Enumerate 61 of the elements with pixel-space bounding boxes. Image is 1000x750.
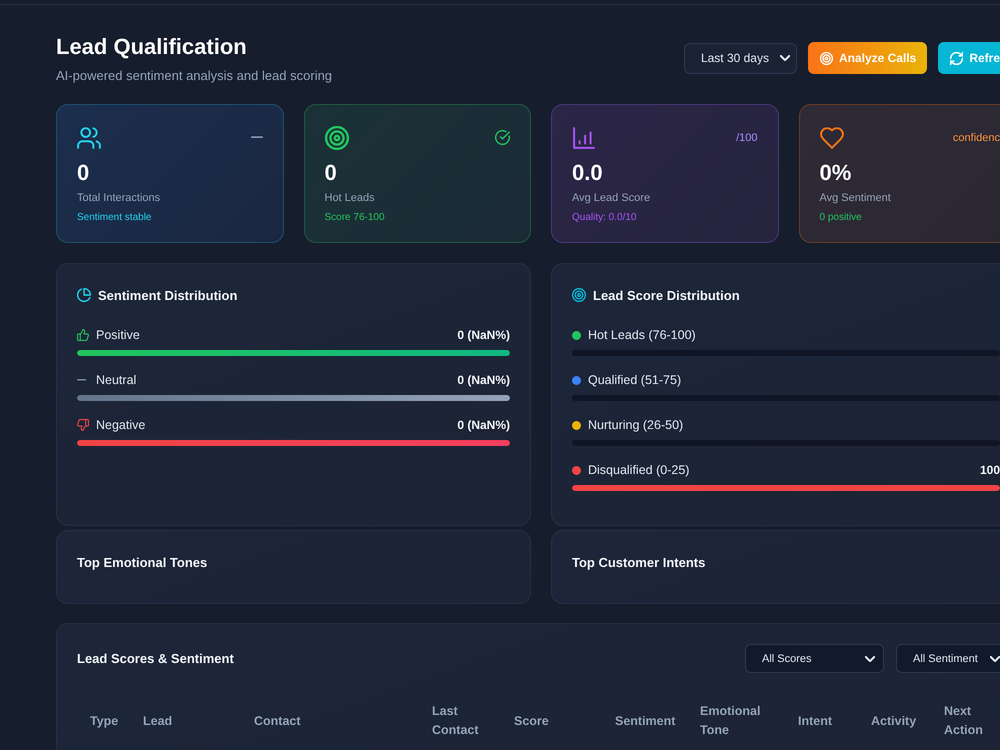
stat-value: 0%: [820, 160, 852, 186]
panel-title: Top Emotional Tones: [77, 554, 208, 570]
heart-icon: [820, 126, 844, 148]
stat-value: 0: [77, 160, 90, 186]
users-icon: [77, 126, 101, 148]
column-header: Intent: [798, 712, 832, 730]
score-range-label: Hot Leads (76-100): [588, 328, 696, 342]
column-header: Lead: [143, 712, 172, 730]
target-icon: [820, 52, 833, 64]
sentiment-count: 0 (NaN%): [457, 328, 510, 342]
target-icon: [572, 288, 586, 302]
score-range-label: Qualified (51-75): [588, 373, 682, 387]
stat-label: Avg Sentiment: [820, 191, 891, 206]
minus-icon: [77, 379, 86, 381]
panel-title: Top Customer Intents: [572, 554, 706, 570]
stat-value: 0.0: [572, 160, 603, 186]
stat-label: Total Interactions: [77, 191, 160, 206]
page-title: Lead Qualification: [56, 33, 247, 61]
bar-chart-icon: [572, 126, 596, 148]
panel-title: Lead Score Distribution: [593, 288, 740, 302]
corner-label: confidenc: [952, 132, 1000, 144]
sentiment-count: 0 (NaN%): [457, 373, 510, 387]
chevron-down-icon: [865, 656, 875, 662]
target-icon: [324, 126, 348, 150]
thumbs-down-icon: [77, 419, 89, 431]
chevron-down-icon: [990, 656, 1000, 662]
column-header: Emotional Tone: [700, 703, 762, 739]
stat-label: Hot Leads: [324, 191, 375, 206]
panel-title: Lead Scores & Sentiment: [77, 651, 234, 666]
minus-icon: [250, 136, 262, 139]
column-header: Last Contact: [432, 703, 480, 739]
column-header: Score: [514, 712, 549, 730]
stat-note: Sentiment stable: [77, 211, 152, 225]
column-header: Activity: [871, 712, 916, 730]
sentiment-label: Negative: [96, 418, 146, 432]
stat-note: Quality: 0.0/10: [572, 211, 636, 225]
stat-note: 0 positive: [820, 211, 862, 225]
column-header: Contact: [254, 712, 301, 730]
stat-note: Score 76-100: [324, 211, 385, 225]
corner-label: /100: [736, 132, 758, 144]
column-header: Sentiment: [615, 712, 676, 730]
thumbs-up-icon: [77, 329, 89, 341]
score-range-label: Disqualified (0-25): [588, 463, 690, 477]
score-range-label: Nurturing (26-50): [588, 418, 684, 432]
filter-select[interactable]: All Sentiment: [896, 644, 1000, 673]
panel-title: Sentiment Distribution: [98, 288, 238, 302]
stat-label: Avg Lead Score: [572, 191, 650, 206]
pie-chart-icon: [77, 288, 91, 302]
chevron-down-icon: [780, 55, 790, 61]
sentiment-count: 0 (NaN%): [457, 418, 510, 432]
sentiment-label: Positive: [96, 328, 140, 342]
sentiment-label: Neutral: [96, 373, 136, 387]
check-circle-icon: [495, 130, 510, 145]
stat-value: 0: [324, 160, 337, 186]
filter-select[interactable]: All Scores: [745, 644, 884, 673]
refresh-icon: [950, 52, 964, 64]
column-header: Next Action: [944, 703, 984, 739]
score-count: 100: [980, 463, 1000, 477]
date-range-select[interactable]: Last 30 days: [684, 42, 797, 74]
column-header: Type: [90, 712, 118, 730]
page-subtitle: AI-powered sentiment analysis and lead scoring: [56, 67, 332, 85]
